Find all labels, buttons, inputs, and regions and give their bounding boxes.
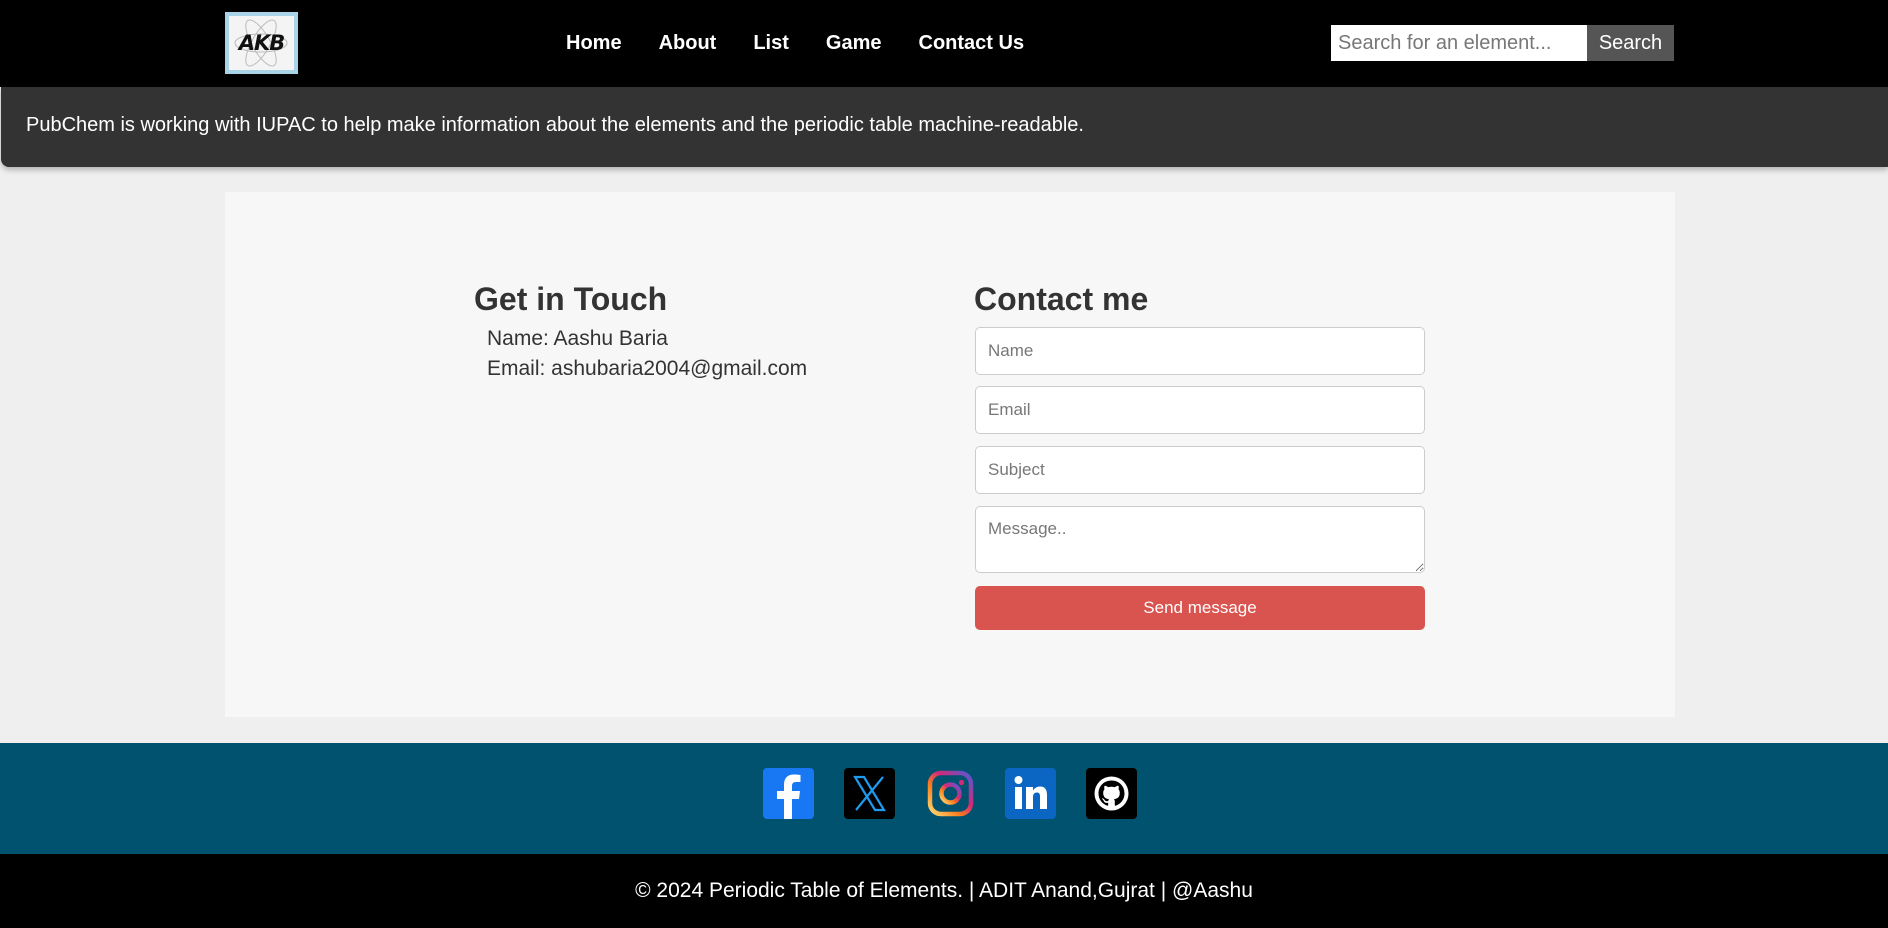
subject-field[interactable] xyxy=(975,446,1425,494)
x-glyph-icon xyxy=(853,775,886,812)
github-icon[interactable] xyxy=(1086,768,1137,819)
info-banner: PubChem is working with IUPAC to help ma… xyxy=(1,87,1888,167)
nav-link-about[interactable]: About xyxy=(659,32,717,55)
get-in-touch-title: Get in Touch xyxy=(474,281,668,317)
nav-link-contact-us[interactable]: Contact Us xyxy=(919,32,1025,55)
nav-link-list[interactable]: List xyxy=(753,32,789,55)
contact-section xyxy=(225,192,1675,717)
facebook-glyph-icon xyxy=(777,774,801,819)
social-links-bar xyxy=(0,743,1888,854)
logo-image: AKB xyxy=(229,16,294,70)
instagram-icon[interactable] xyxy=(925,768,976,819)
github-glyph-icon xyxy=(1094,776,1129,811)
contact-email: Email: ashubaria2004@gmail.com xyxy=(487,357,808,380)
x-twitter-icon[interactable] xyxy=(844,768,895,819)
linkedin-glyph-icon xyxy=(1014,776,1047,809)
instagram-glyph-icon xyxy=(927,770,974,817)
contact-me-title: Contact me xyxy=(974,281,1149,317)
search-button[interactable]: Search xyxy=(1587,25,1674,61)
nav-link-home[interactable]: Home xyxy=(566,32,622,55)
facebook-icon[interactable] xyxy=(763,768,814,819)
footer: © 2024 Periodic Table of Elements. | ADI… xyxy=(0,854,1888,928)
nav-links: Home About List Game Contact Us xyxy=(566,0,1061,87)
contact-name: Name: Aashu Baria xyxy=(487,327,668,350)
banner-text: PubChem is working with IUPAC to help ma… xyxy=(26,114,1084,136)
navbar: AKB Home About List Game Contact Us Sear… xyxy=(0,0,1888,87)
name-field[interactable] xyxy=(975,327,1425,375)
site-logo[interactable]: AKB xyxy=(225,12,298,74)
search-box: Search xyxy=(1331,25,1674,61)
message-field[interactable] xyxy=(975,506,1425,573)
logo-text: AKB xyxy=(238,31,286,55)
email-field[interactable] xyxy=(975,386,1425,434)
footer-copyright: © 2024 Periodic Table of Elements. | ADI… xyxy=(635,879,1253,902)
nav-link-game[interactable]: Game xyxy=(826,32,882,55)
linkedin-icon[interactable] xyxy=(1005,768,1056,819)
send-message-button[interactable]: Send message xyxy=(975,586,1425,630)
search-input[interactable] xyxy=(1331,25,1587,61)
